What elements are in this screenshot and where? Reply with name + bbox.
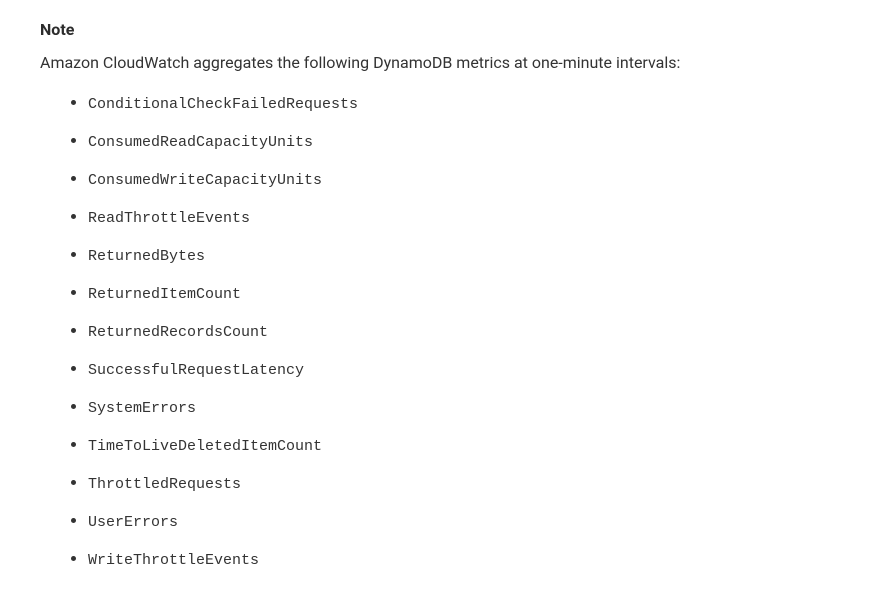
list-item: ConditionalCheckFailedRequests	[88, 93, 832, 113]
metric-code: ReturnedItemCount	[88, 286, 241, 303]
metric-code: ConditionalCheckFailedRequests	[88, 96, 358, 113]
metric-code: WriteThrottleEvents	[88, 552, 259, 569]
note-block: Note Amazon CloudWatch aggregates the fo…	[40, 20, 832, 569]
list-item: ReturnedRecordsCount	[88, 321, 832, 341]
list-item: UserErrors	[88, 511, 832, 531]
list-item: ThrottledRequests	[88, 473, 832, 493]
metric-code: ThrottledRequests	[88, 476, 241, 493]
note-heading: Note	[40, 20, 832, 39]
metric-code: ReturnedRecordsCount	[88, 324, 268, 341]
metrics-list: ConditionalCheckFailedRequests ConsumedRe…	[40, 93, 832, 569]
list-item: ConsumedWriteCapacityUnits	[88, 169, 832, 189]
metric-code: ReturnedBytes	[88, 248, 205, 265]
list-item: TimeToLiveDeletedItemCount	[88, 435, 832, 455]
metric-code: UserErrors	[88, 514, 178, 531]
list-item: ConsumedReadCapacityUnits	[88, 131, 832, 151]
list-item: SuccessfulRequestLatency	[88, 359, 832, 379]
metric-code: ConsumedWriteCapacityUnits	[88, 172, 322, 189]
list-item: ReturnedBytes	[88, 245, 832, 265]
metric-code: SystemErrors	[88, 400, 196, 417]
metric-code: TimeToLiveDeletedItemCount	[88, 438, 322, 455]
list-item: SystemErrors	[88, 397, 832, 417]
metric-code: ConsumedReadCapacityUnits	[88, 134, 313, 151]
metric-code: SuccessfulRequestLatency	[88, 362, 304, 379]
list-item: WriteThrottleEvents	[88, 549, 832, 569]
list-item: ReadThrottleEvents	[88, 207, 832, 227]
list-item: ReturnedItemCount	[88, 283, 832, 303]
note-intro: Amazon CloudWatch aggregates the followi…	[40, 51, 832, 75]
metric-code: ReadThrottleEvents	[88, 210, 250, 227]
